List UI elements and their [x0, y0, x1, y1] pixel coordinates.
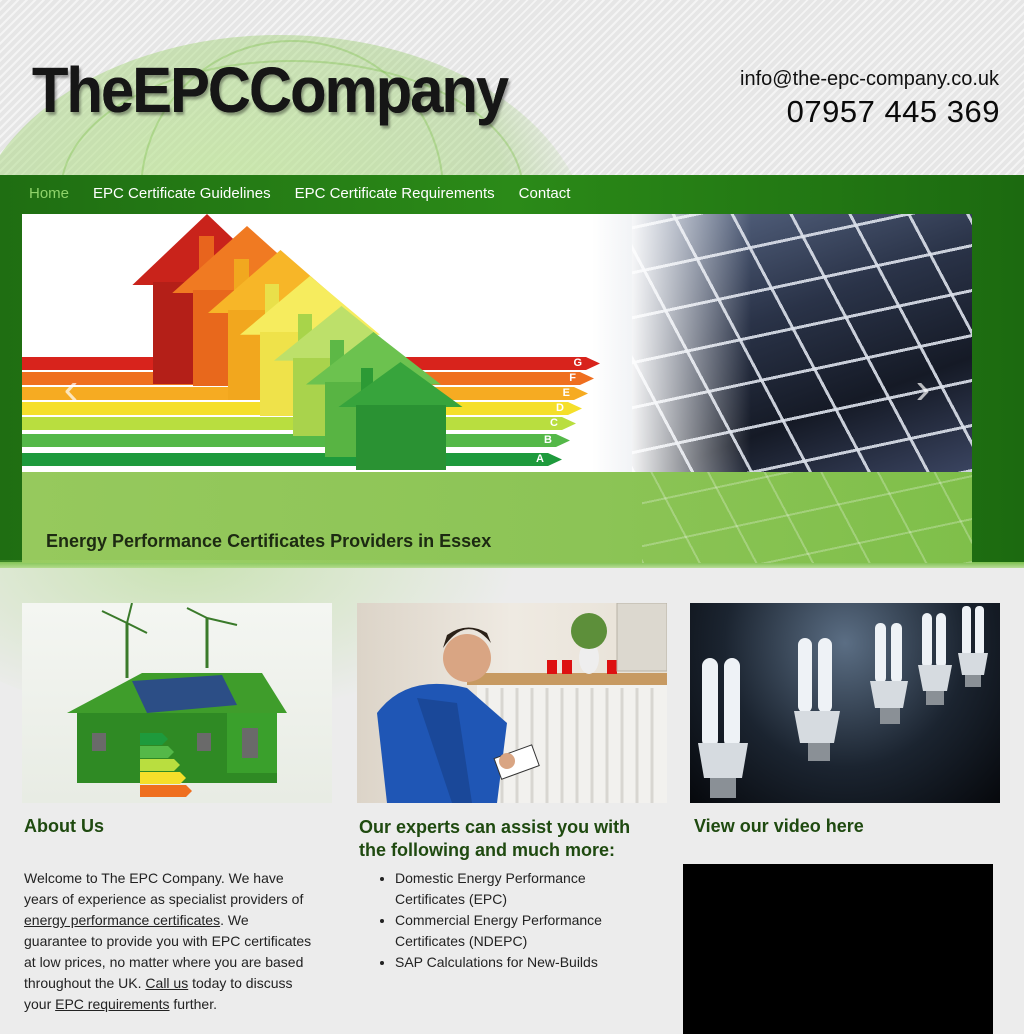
video-heading: View our video here [694, 816, 864, 836]
nav-item-epc-requirements[interactable]: EPC Certificate Requirements [283, 175, 507, 213]
nav-item-home[interactable]: Home [17, 175, 81, 213]
energy-bulbs-image [690, 603, 1000, 803]
list-item: Commercial Energy Performance Certificat… [395, 910, 655, 952]
house-graphic [338, 362, 463, 470]
about-text-part: Welcome to The EPC Company. We have year… [24, 870, 304, 907]
green-house-illustration [67, 603, 287, 797]
site-header: TheEPCCompany info@the-epc-company.co.uk… [0, 0, 1024, 175]
light-bulbs-illustration [698, 606, 988, 798]
engineer-illustration [377, 603, 667, 803]
contact-phone[interactable]: 07957 445 369 [787, 94, 1000, 130]
chevron-left-icon[interactable]: ‹ [56, 364, 86, 414]
about-text-part: further. [169, 996, 217, 1012]
about-heading: About Us [24, 816, 104, 836]
list-item: SAP Calculations for New-Builds [395, 952, 655, 973]
site-logo[interactable]: TheEPCCompany [32, 58, 509, 122]
rating-bar-a: A [22, 453, 562, 466]
epc-requirements-link[interactable]: EPC requirements [55, 996, 169, 1012]
services-heading: Our experts can assist you with the foll… [359, 817, 631, 860]
energy-certificates-link[interactable]: energy performance certificates [24, 912, 220, 928]
call-us-link[interactable]: Call us [145, 975, 188, 991]
contact-email[interactable]: info@the-epc-company.co.uk [740, 68, 999, 91]
nav-item-epc-guidelines[interactable]: EPC Certificate Guidelines [81, 175, 283, 213]
solar-panels-graphic [632, 214, 972, 472]
green-house-image [22, 603, 332, 803]
hero-slider: G F E D C B A Energy Performance Certifi… [22, 214, 972, 563]
about-text: Welcome to The EPC Company. We have year… [24, 868, 314, 1015]
chevron-right-icon[interactable]: › [908, 364, 938, 414]
engineer-image [357, 603, 667, 803]
main-nav: Home EPC Certificate Guidelines EPC Cert… [17, 175, 582, 213]
nav-item-contact[interactable]: Contact [507, 175, 583, 213]
services-list: Domestic Energy Performance Certificates… [377, 868, 655, 973]
video-player[interactable] [683, 864, 993, 1034]
list-item: Domestic Energy Performance Certificates… [395, 868, 655, 910]
slide-caption: Energy Performance Certificates Provider… [46, 531, 492, 551]
